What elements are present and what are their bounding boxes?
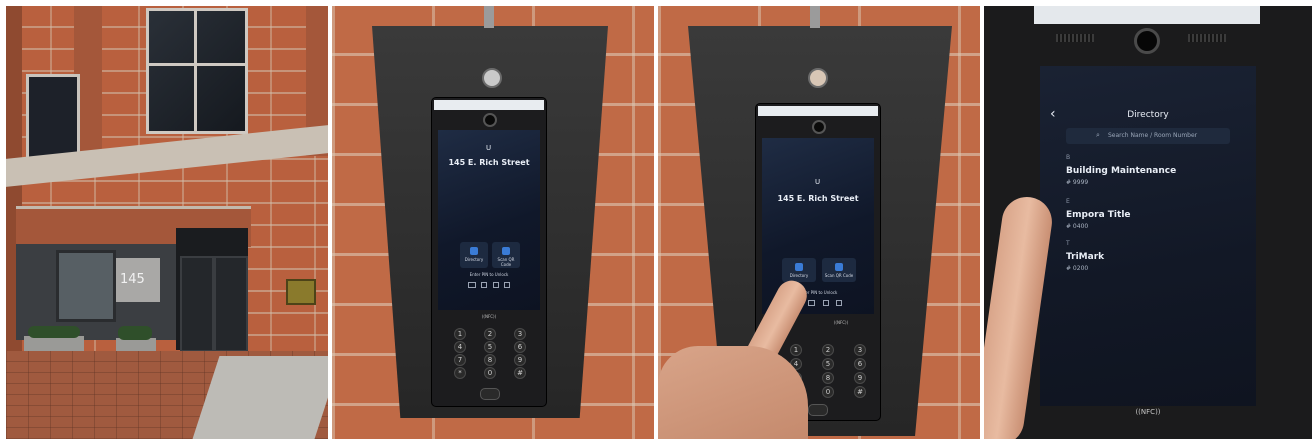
- camera-icon: [1134, 28, 1160, 54]
- key-hash[interactable]: #: [854, 386, 866, 398]
- key-9[interactable]: 9: [514, 354, 526, 366]
- key-2[interactable]: 2: [484, 328, 496, 340]
- entry-name: Building Maintenance: [1066, 166, 1177, 176]
- key-3[interactable]: 3: [514, 328, 526, 340]
- storefront-window: [56, 250, 116, 322]
- entry-name: Empora Title: [1066, 210, 1131, 220]
- scan-qr-label: Scan QR Code: [497, 257, 515, 267]
- shrubs-right: [118, 326, 152, 340]
- nfc-label: ((NFC)): [833, 320, 849, 325]
- entry-number: # 0400: [1066, 223, 1089, 230]
- entry-number: # 0200: [1066, 265, 1089, 272]
- doorbell-button[interactable]: [808, 404, 828, 416]
- conduit-pipe: [484, 6, 494, 28]
- light-strip: [1034, 6, 1260, 24]
- directory-label: Directory: [464, 257, 484, 262]
- key-8[interactable]: 8: [484, 354, 496, 366]
- unifi-logo-icon: U: [815, 178, 821, 186]
- key-9[interactable]: 9: [854, 372, 866, 384]
- pin-prompt: Enter PIN to Unlock: [469, 272, 509, 277]
- camera-icon: [812, 120, 826, 134]
- section-letter-b: B: [1066, 154, 1071, 161]
- person-icon: [470, 247, 478, 255]
- key-2[interactable]: 2: [822, 344, 834, 356]
- section-letter-e: E: [1066, 198, 1070, 205]
- key-0[interactable]: 0: [822, 386, 834, 398]
- directory-label: Directory: [789, 273, 809, 278]
- intercom-screen: U 145 E. Rich Street Directory Scan QR C…: [438, 130, 540, 310]
- section-letter-t: T: [1066, 240, 1070, 247]
- unlock-methods-row: [468, 282, 510, 288]
- entrance-door: [176, 228, 248, 352]
- entry-number: # 9999: [1066, 179, 1089, 186]
- directory-entry[interactable]: Building Maintenance # 9999: [1064, 162, 1244, 196]
- directory-entry[interactable]: TriMark # 0200: [1064, 248, 1244, 282]
- intercom-photo: U 145 E. Rich Street Directory Scan QR C…: [332, 6, 654, 439]
- address-label: 145 E. Rich Street: [448, 158, 530, 167]
- key-0[interactable]: 0: [484, 367, 496, 379]
- unifi-logo-icon: U: [486, 144, 492, 152]
- nfc-label: ((NFC)): [481, 314, 497, 319]
- address-label: 145 E. Rich Street: [777, 194, 859, 203]
- sign-number: 145: [120, 272, 145, 287]
- directory-closeup-photo: ‹ Directory ⌕ Search Name / Room Number …: [984, 6, 1312, 439]
- scan-qr-tile-button[interactable]: Scan QR Code: [492, 242, 520, 268]
- search-placeholder: Search Name / Room Number: [1108, 132, 1198, 139]
- scan-qr-tile-button[interactable]: Scan QR Code: [822, 258, 856, 282]
- shrubs-left: [28, 326, 80, 338]
- search-input[interactable]: ⌕ Search Name / Room Number: [1066, 128, 1230, 144]
- key-8[interactable]: 8: [822, 372, 834, 384]
- conduit-pipe: [810, 6, 820, 28]
- key-star[interactable]: *: [454, 367, 466, 379]
- key-5[interactable]: 5: [484, 341, 496, 353]
- key-switch: [482, 68, 502, 88]
- directory-title: Directory: [1127, 110, 1169, 120]
- light-strip: [434, 100, 544, 110]
- hand: [658, 346, 808, 439]
- speaker-grille-left: [1056, 34, 1094, 42]
- unlock-methods-row: [808, 300, 842, 306]
- key-7[interactable]: 7: [454, 354, 466, 366]
- key-4[interactable]: 4: [454, 341, 466, 353]
- key-1[interactable]: 1: [454, 328, 466, 340]
- intercom-device: U 145 E. Rich Street Directory Scan QR C…: [432, 98, 546, 406]
- light-strip: [758, 106, 878, 116]
- directory-screen: ‹ Directory ⌕ Search Name / Room Number …: [1040, 66, 1256, 406]
- nfc-label: ((NFC)): [1135, 408, 1161, 416]
- key-6[interactable]: 6: [854, 358, 866, 370]
- directory-entry[interactable]: Empora Title # 0400: [1064, 206, 1244, 240]
- building-exterior-photo: 145: [6, 6, 328, 439]
- key-1[interactable]: 1: [790, 344, 802, 356]
- directory-tile-button[interactable]: Directory: [782, 258, 816, 282]
- qr-code-icon: [835, 263, 843, 271]
- camera-icon: [483, 113, 497, 127]
- keypad: 1 2 3 4 5 6 7 8 9 * 0 #: [454, 328, 526, 380]
- key-switch: [808, 68, 828, 88]
- key-5[interactable]: 5: [822, 358, 834, 370]
- speaker-grille-right: [1188, 34, 1226, 42]
- window-upper: [146, 8, 248, 134]
- qr-code-icon: [502, 247, 510, 255]
- entry-name: TriMark: [1066, 252, 1105, 262]
- key-3[interactable]: 3: [854, 344, 866, 356]
- intercom-press-photo: U 145 E. Rich Street Directory Scan QR C…: [658, 6, 980, 439]
- person-icon: [795, 263, 803, 271]
- key-hash[interactable]: #: [514, 367, 526, 379]
- key-6[interactable]: 6: [514, 341, 526, 353]
- doorbell-button[interactable]: [480, 388, 500, 400]
- historic-plaque: [286, 279, 316, 305]
- directory-tile-button[interactable]: Directory: [460, 242, 488, 268]
- building-sign: 145: [116, 258, 160, 302]
- scan-qr-label: Scan QR Code: [824, 273, 854, 278]
- planter-box-left: [24, 336, 84, 352]
- search-icon: ⌕: [1096, 131, 1100, 139]
